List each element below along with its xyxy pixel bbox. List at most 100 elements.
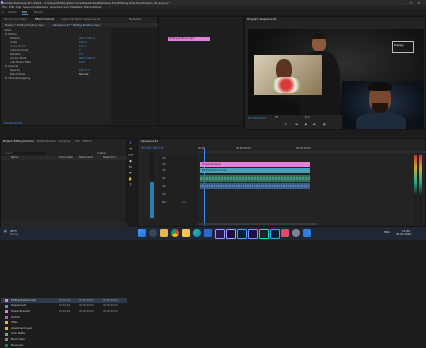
- item-frame-rate: 25.00 fps: [59, 298, 71, 302]
- type-tool-icon[interactable]: T: [128, 183, 133, 187]
- anchor-point-value[interactable]: 960.0 540.0: [79, 57, 95, 60]
- language-indicator[interactable]: ENG: [384, 231, 390, 234]
- tab-media-browser[interactable]: Media Browser: [37, 140, 56, 143]
- track-v3[interactable]: V3: [162, 157, 165, 160]
- col-media-end[interactable]: Media End: [103, 156, 115, 159]
- hand-tool-icon[interactable]: ✋: [128, 177, 133, 181]
- tab-project[interactable]: Project: Editing Practice: [3, 140, 34, 143]
- tab-source[interactable]: Source: (no clips): [4, 18, 27, 21]
- close-button[interactable]: ✕: [416, 1, 422, 5]
- tab-info[interactable]: Info: [75, 140, 80, 143]
- list-item[interactable]: Adjustment Layer: [1, 326, 127, 331]
- razor-icon[interactable]: ◆: [128, 159, 133, 163]
- anti-flicker-value[interactable]: 0.00: [79, 61, 85, 64]
- position-value[interactable]: 960.0 540.0: [79, 37, 95, 40]
- timeline-timecode[interactable]: 00:00:00:23: [141, 146, 163, 150]
- export-frame-icon[interactable]: ◉: [323, 122, 326, 126]
- tab-metadata[interactable]: Metadata: [129, 18, 141, 21]
- ripple-edit-icon[interactable]: ⟺: [128, 153, 133, 157]
- tab-effect-controls[interactable]: Effect Controls: [35, 18, 54, 21]
- param-scale-width: Scale Width: [10, 45, 26, 48]
- inset-flowers: [272, 77, 300, 93]
- program-quality-select[interactable]: Full: [305, 116, 309, 119]
- step-forward-icon[interactable]: ▸▸: [313, 122, 316, 126]
- col-frame-rate[interactable]: Frame Rate: [59, 156, 73, 159]
- list-item[interactable]: Editing Practice.mp4 25.00 fps 00:00:00:00…: [1, 298, 127, 303]
- slip-tool-icon[interactable]: ⇆: [128, 165, 133, 169]
- files-icon[interactable]: [160, 229, 168, 237]
- clock-date[interactable]: 25-01-2024: [396, 233, 411, 236]
- track-a2[interactable]: A2: [162, 185, 165, 188]
- store-icon[interactable]: [204, 229, 212, 237]
- premiere-icon[interactable]: [215, 229, 225, 239]
- sequence-clip-label: Sequence 01 * Editing Practice.mp4: [53, 23, 100, 27]
- effect-time-remapping[interactable]: fx Time Remapping: [5, 77, 30, 80]
- photoshop-icon[interactable]: [237, 229, 247, 239]
- clip-icon: [5, 299, 8, 302]
- item-name: Titles: [11, 321, 18, 325]
- windows-icon[interactable]: [138, 229, 146, 237]
- aftereffects-icon[interactable]: [226, 229, 236, 239]
- timeline-ruler[interactable]: [198, 151, 426, 153]
- workspace-import[interactable]: Import: [8, 11, 17, 14]
- media-encoder-icon[interactable]: [248, 229, 258, 239]
- effect-opacity[interactable]: fx Opacity: [5, 65, 18, 68]
- track-a3[interactable]: A3: [162, 193, 165, 196]
- list-item[interactable]: Titles: [1, 320, 127, 325]
- tab-program[interactable]: Program: Sequence 01: [247, 18, 277, 21]
- search-icon[interactable]: [149, 229, 157, 237]
- chrome-icon[interactable]: [171, 229, 179, 237]
- scale-value[interactable]: 100.0: [79, 41, 86, 44]
- lightroom-icon[interactable]: [270, 229, 280, 239]
- track-select-icon[interactable]: ⇥: [128, 147, 133, 151]
- program-fit-select[interactable]: Fit: [275, 116, 278, 119]
- effect-motion[interactable]: fx Motion: [5, 33, 17, 36]
- uniform-scale-checkbox[interactable]: ✓: [79, 49, 81, 52]
- tab-libraries[interactable]: Libraries: [59, 140, 70, 143]
- marker-icon[interactable]: ▾: [285, 122, 287, 126]
- col-media-start[interactable]: Media Start: [79, 156, 93, 159]
- item-media-end: 00:00:09:24: [103, 304, 118, 308]
- timeline-scrollbar[interactable]: [198, 223, 318, 225]
- list-item[interactable]: Portrait: [1, 315, 127, 320]
- tab-audio-mixer[interactable]: Audio Clip Mixer: Sequence 01: [61, 18, 101, 21]
- track-v1[interactable]: V1: [162, 169, 165, 172]
- tab-effects[interactable]: Effects: [83, 140, 92, 143]
- webcam-person-body: [356, 113, 406, 129]
- col-name[interactable]: Name: [11, 156, 18, 159]
- project-panel: Project: Editing Practice Media Browser …: [0, 138, 127, 347]
- clip-icon: [5, 310, 8, 314]
- blend-mode-select[interactable]: Normal: [79, 73, 88, 76]
- effect-controls-timecode[interactable]: 00:00:00:00: [4, 121, 22, 125]
- opacity-value[interactable]: 100.0 %: [79, 69, 90, 72]
- tab-sequence[interactable]: Sequence 01: [141, 140, 158, 143]
- mail-icon[interactable]: [303, 229, 311, 237]
- list-item[interactable]: Color Matte: [1, 332, 127, 337]
- project-search-input[interactable]: [4, 152, 46, 155]
- home-icon[interactable]: ⌂: [2, 11, 4, 14]
- list-item[interactable]: Flower Bouquet 25.00 fps 00:00:00:00 00:00:…: [1, 309, 127, 314]
- list-item[interactable]: Black Video: [1, 337, 127, 342]
- minimize-button[interactable]: –: [400, 1, 406, 5]
- edge-icon[interactable]: [193, 229, 201, 237]
- audition-icon[interactable]: [259, 229, 269, 239]
- mix-value[interactable]: 0.0: [182, 201, 186, 204]
- step-back-icon[interactable]: ◂◂: [295, 122, 298, 126]
- selection-tool-icon[interactable]: ➤: [128, 141, 133, 145]
- program-timecode[interactable]: 00:00:00:23: [248, 116, 266, 120]
- scale-width-value[interactable]: 100.0: [79, 45, 86, 48]
- track-a1[interactable]: A1: [162, 177, 165, 180]
- play-icon[interactable]: ▶: [305, 122, 307, 126]
- track-v2[interactable]: V2: [162, 163, 165, 166]
- maximize-button[interactable]: ☐: [408, 1, 414, 5]
- item-icon: [5, 343, 8, 347]
- workspace-export[interactable]: Export: [34, 11, 43, 14]
- pen-tool-icon[interactable]: ✒: [128, 171, 133, 175]
- weather-icon[interactable]: ☀: [3, 229, 7, 235]
- list-item[interactable]: Sequence 01 25.00 fps 00:00:00:00 00:00:09:…: [1, 304, 127, 309]
- settings-icon[interactable]: [292, 229, 300, 237]
- music-icon[interactable]: [281, 229, 289, 237]
- rotation-value[interactable]: 0.0: [79, 53, 83, 56]
- folder-icon[interactable]: [182, 229, 190, 237]
- list-item[interactable]: Music.wav: [1, 343, 127, 348]
